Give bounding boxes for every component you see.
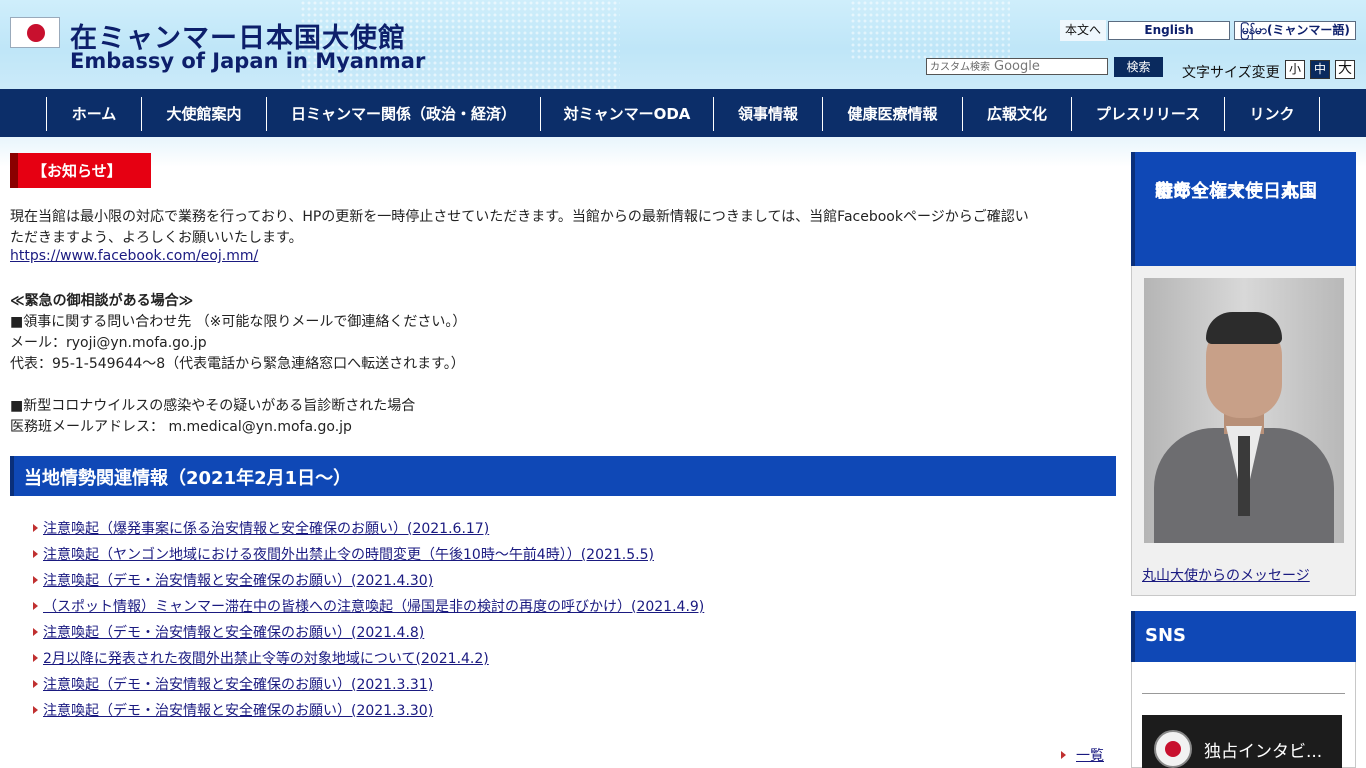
fontsize-medium-button[interactable]: 中: [1310, 60, 1330, 79]
video-title: 独占インタビ...: [1204, 742, 1323, 762]
news-item[interactable]: 注意喚起（デモ・治安情報と安全確保のお願い）(2021.4.8): [33, 622, 424, 642]
nav-item-oda[interactable]: 対ミャンマーODA: [540, 97, 713, 131]
sns-heading-bar: SNS: [1131, 611, 1356, 662]
arrow-icon: [33, 706, 38, 714]
fontsize-label: 文字サイズ変更: [1182, 65, 1280, 81]
ambassador-heading-line3: 市郎: [1155, 181, 1191, 202]
news-item[interactable]: 注意喚起（デモ・治安情報と安全確保のお願い）(2021.3.30): [33, 700, 433, 720]
nav-item-relations[interactable]: 日ミャンマー関係（政治・経済）: [266, 97, 540, 131]
news-link[interactable]: 注意喚起（デモ・治安情報と安全確保のお願い）(2021.3.31): [43, 677, 433, 693]
news-link[interactable]: 注意喚起（ヤンゴン地域における夜間外出禁止令の時間変更（午後10時～午前4時））…: [43, 547, 654, 563]
news-link[interactable]: 注意喚起（爆発事案に係る治安情報と安全確保のお願い）(2021.6.17): [43, 521, 489, 537]
nav-item-embassy[interactable]: 大使館案内: [141, 97, 266, 131]
consular-mail-line: メール：ryoji@yn.mofa.go.jp: [10, 335, 207, 351]
nav-item-links[interactable]: リンク: [1224, 97, 1319, 131]
ambassador-heading-bar: 駐ミャンマー日本国 特命全権大使 丸山 市郎: [1131, 152, 1356, 266]
arrow-icon: [33, 576, 38, 584]
facebook-link[interactable]: https://www.facebook.com/eoj.mm/: [10, 248, 258, 264]
ambassador-message-link[interactable]: 丸山大使からのメッセージ: [1142, 565, 1310, 585]
channel-logo-icon: [1154, 730, 1192, 768]
notice-text-line2: ただきますよう、よろしくお願いいたします。: [10, 230, 303, 246]
ambassador-photo[interactable]: [1144, 278, 1344, 543]
arrow-icon: [33, 628, 38, 636]
news-link[interactable]: 注意喚起（デモ・治安情報と安全確保のお願い）(2021.4.8): [43, 625, 424, 641]
news-link[interactable]: 2月以降に発表された夜間外出禁止令等の対象地域について(2021.4.2): [43, 651, 489, 667]
arrow-icon: [33, 654, 38, 662]
arrow-icon: [1061, 751, 1066, 759]
local-info-heading: 当地情勢関連情報（2021年2月1日～）: [24, 468, 352, 489]
news-item[interactable]: 2月以降に発表された夜間外出禁止令等の対象地域について(2021.4.2): [33, 648, 489, 668]
nav-divider: [1319, 97, 1320, 131]
news-list-more[interactable]: 一覧: [1061, 745, 1104, 765]
arrow-icon: [33, 550, 38, 558]
notice-text-line1: 現在当館は最小限の対応で業務を行っており、HPの更新を一時停止させていただきます…: [10, 209, 1029, 225]
japan-flag-icon: [10, 17, 60, 48]
sns-heading: SNS: [1145, 625, 1186, 646]
google-brand: Google: [994, 59, 1040, 74]
arrow-icon: [33, 524, 38, 532]
news-item[interactable]: 注意喚起（爆発事案に係る治安情報と安全確保のお願い）(2021.6.17): [33, 518, 489, 538]
news-item[interactable]: （スポット情報）ミャンマー滞在中の皆様への注意喚起（帰国是非の検討の再度の呼びか…: [33, 596, 704, 616]
sns-divider: [1142, 693, 1345, 694]
site-header: 在ミャンマー日本国大使館 Embassy of Japan in Myanmar…: [0, 0, 1366, 89]
search-button[interactable]: 検索: [1114, 57, 1163, 77]
global-nav: ホーム 大使館案内 日ミャンマー関係（政治・経済） 対ミャンマーODA 領事情報…: [0, 89, 1366, 137]
nav-item-culture[interactable]: 広報文化: [962, 97, 1071, 131]
notice-tab: 【お知らせ】: [10, 153, 151, 188]
world-map-pattern: [850, 0, 1010, 60]
fontsize-small-button[interactable]: 小: [1285, 60, 1305, 79]
search-input[interactable]: カスタム検索 Google: [926, 58, 1108, 75]
arrow-icon: [33, 680, 38, 688]
news-item[interactable]: 注意喚起（デモ・治安情報と安全確保のお願い）(2021.3.31): [33, 674, 433, 694]
fontsize-large-button[interactable]: 大: [1335, 60, 1355, 79]
news-link[interactable]: 注意喚起（デモ・治安情報と安全確保のお願い）(2021.3.30): [43, 703, 433, 719]
consular-contact-line: ■領事に関する問い合わせ先 （※可能な限りメールで御連絡ください。）: [10, 314, 467, 330]
skip-to-content-link[interactable]: 本文へ: [1060, 20, 1107, 41]
news-link[interactable]: 注意喚起（デモ・治安情報と安全確保のお願い）(2021.4.30): [43, 573, 433, 589]
arrow-icon: [33, 602, 38, 610]
list-more-link[interactable]: 一覧: [1076, 748, 1104, 764]
nav-item-press[interactable]: プレスリリース: [1071, 97, 1224, 131]
search-placeholder: カスタム検索: [930, 62, 990, 73]
emergency-heading: ≪緊急の御相談がある場合≫: [10, 293, 194, 309]
covid-line: ■新型コロナウイルスの感染やその疑いがある旨診断された場合: [10, 398, 416, 414]
site-title-en[interactable]: Embassy of Japan in Myanmar: [70, 49, 425, 73]
nav-item-consular[interactable]: 領事情報: [713, 97, 822, 131]
news-item[interactable]: 注意喚起（デモ・治安情報と安全確保のお願い）(2021.4.30): [33, 570, 433, 590]
english-language-button[interactable]: English: [1108, 21, 1230, 40]
medical-mail-line: 医務班メールアドレス： m.medical@yn.mofa.go.jp: [10, 419, 352, 435]
news-item[interactable]: 注意喚起（ヤンゴン地域における夜間外出禁止令の時間変更（午後10時～午前4時））…: [33, 544, 654, 564]
nav-item-health[interactable]: 健康医療情報: [822, 97, 962, 131]
notice-tab-label: 【お知らせ】: [32, 162, 122, 180]
video-thumbnail[interactable]: 独占インタビ...: [1142, 715, 1342, 768]
local-info-heading-bar: 当地情勢関連情報（2021年2月1日～）: [10, 456, 1116, 496]
myanmar-language-button[interactable]: မြန်မာ(ミャンマー語): [1234, 21, 1356, 40]
consular-phone-line: 代表：95-1-549644～8（代表電話から緊急連絡窓口へ転送されます。）: [10, 356, 465, 372]
news-link[interactable]: （スポット情報）ミャンマー滞在中の皆様への注意喚起（帰国是非の検討の再度の呼びか…: [43, 599, 704, 615]
nav-item-home[interactable]: ホーム: [46, 97, 141, 131]
